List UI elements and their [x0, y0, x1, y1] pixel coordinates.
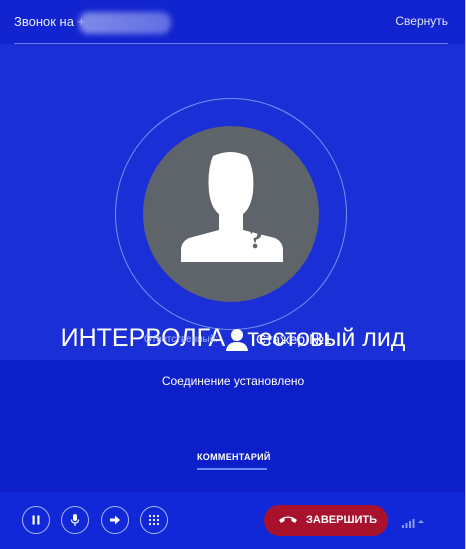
responsible-name[interactable]: Стажер №1: [256, 331, 332, 347]
mute-button[interactable]: [61, 506, 89, 534]
call-info-panel: Соединение установлено КОММЕНТАРИЙ: [0, 360, 465, 492]
tab-comment[interactable]: КОММЕНТАРИЙ: [197, 452, 271, 462]
transfer-button[interactable]: [101, 506, 129, 534]
connection-status: Соединение установлено: [161, 374, 305, 388]
blurred-phone-number: [79, 12, 171, 34]
call-title: Звонок на +: [14, 14, 86, 29]
svg-text:?: ?: [249, 224, 263, 255]
end-call-label: ЗАВЕРШИТЬ: [306, 514, 378, 526]
end-call-button[interactable]: ЗАВЕРШИТЬ: [264, 505, 388, 536]
call-header: Звонок на + Свернуть: [0, 0, 465, 44]
unknown-person-icon: ?: [181, 152, 283, 262]
collapse-button[interactable]: Свернуть: [395, 14, 448, 28]
contact-avatar: ?: [143, 126, 319, 302]
call-window: Звонок на + Свернуть ? ИНТЕРВОЛГА - тест…: [0, 0, 466, 549]
hold-button[interactable]: [22, 506, 50, 534]
tab-active-underline: [197, 468, 267, 470]
keypad-button[interactable]: [140, 506, 168, 534]
hang-up-phone-icon: [279, 516, 297, 523]
call-controls: ЗАВЕРШИТЬ: [0, 492, 465, 549]
responsible-label: Ответственный:: [144, 334, 219, 345]
user-icon: [226, 329, 248, 351]
responsible-row: Ответственный: Стажер №1: [0, 326, 465, 354]
microphone-icon: [70, 514, 80, 526]
signal-strength-icon: [402, 519, 424, 528]
transfer-arrow-icon: [110, 515, 120, 525]
keypad-icon: [148, 514, 160, 526]
pause-icon: [32, 515, 40, 525]
call-main: ? ИНТЕРВОЛГА - тестовый лид: [0, 44, 465, 360]
